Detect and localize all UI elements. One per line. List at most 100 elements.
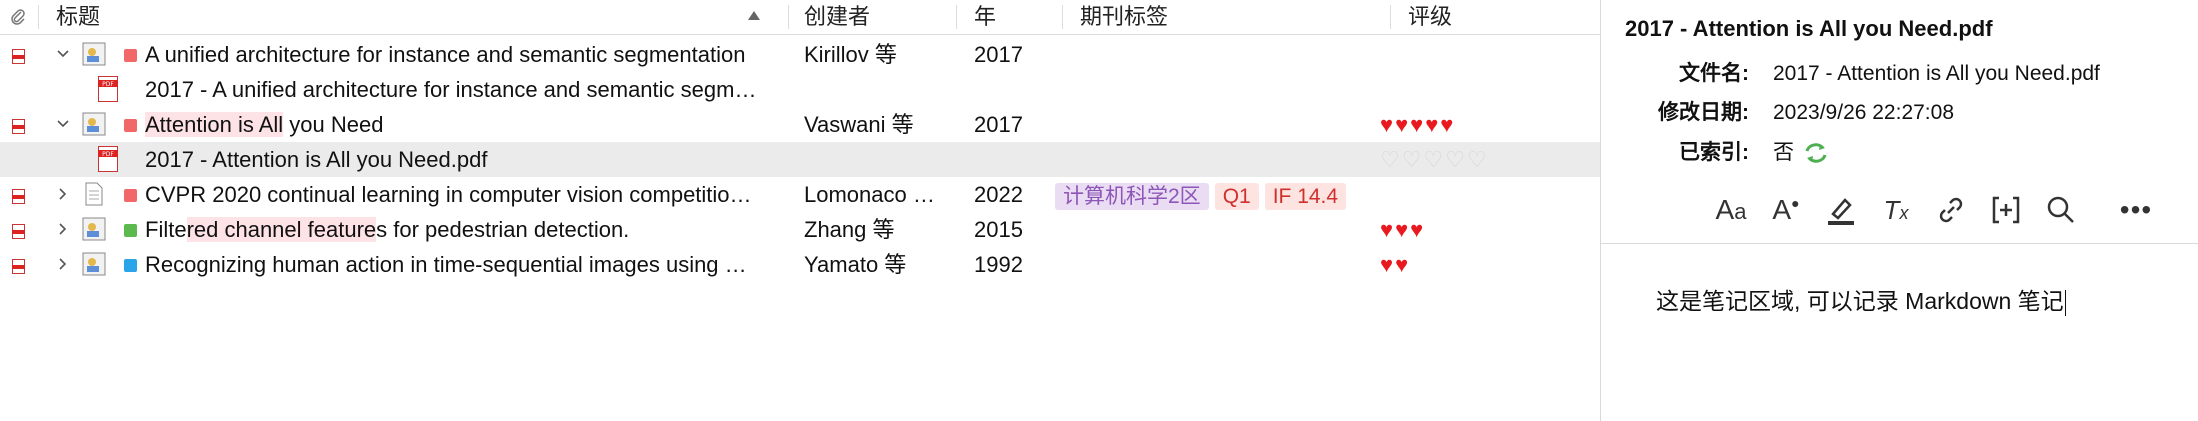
item-creator: Lomonaco … [804, 182, 935, 207]
table-row[interactable]: Attention is All you Need Vaswani 等 2017… [0, 107, 1600, 142]
svg-text:PDF: PDF [102, 151, 114, 158]
column-header: 标题 创建者 年 期刊标签 评级 [0, 0, 1600, 35]
heart-icon[interactable]: ♥ [1410, 217, 1425, 242]
item-title: CVPR 2020 continual learning in computer… [145, 182, 752, 207]
modified-row: 修改日期: 2023/9/26 22:27:08 [1601, 95, 2161, 131]
journal-article-icon [82, 217, 106, 241]
heart-outline-icon[interactable]: ♡ [1445, 147, 1467, 172]
heart-icon[interactable]: ♥ [1395, 252, 1410, 277]
color-tag [124, 119, 137, 132]
table-row[interactable]: Filtered channel features for pedestrian… [0, 212, 1600, 247]
color-tag [124, 49, 137, 62]
item-title: Attention is All you Need [145, 107, 785, 142]
indexed-value: 否 [1773, 141, 1794, 164]
heart-icon[interactable]: ♥ [1380, 217, 1395, 242]
cas-zone-tag: 计算机科学2区 [1055, 182, 1209, 210]
heart-icon[interactable]: ♥ [1440, 112, 1455, 137]
title-part: Filte [145, 217, 187, 242]
table-row[interactable]: Recognizing human action in time-sequent… [0, 247, 1600, 282]
attachment-pane: 2017 - Attention is All you Need.pdf 文件名… [1601, 0, 2198, 421]
heart-icon[interactable]: ♥ [1395, 217, 1410, 242]
rating-stars[interactable]: ♥♥♥♥♥ [1380, 107, 1455, 142]
jcr-quartile-tag: Q1 [1214, 182, 1259, 210]
item-year: 2022 [974, 182, 1023, 207]
heart-icon[interactable]: ♥ [1410, 112, 1425, 137]
column-journal-tags[interactable]: 期刊标签 [1080, 0, 1168, 34]
item-creator: Yamato 等 [804, 252, 907, 277]
items-tree: 标题 创建者 年 期刊标签 评级 A unified architecture … [0, 0, 1601, 421]
reindex-icon[interactable] [1803, 141, 1829, 165]
insert-citation-icon[interactable] [1986, 190, 2026, 230]
item-title: Recognizing human action in time-sequent… [145, 252, 747, 277]
more-icon[interactable]: ••• [2116, 190, 2156, 230]
attachment-title: 2017 - Attention is All you Need.pdf [1625, 16, 1993, 41]
pdf-attachment-icon: PDF [98, 146, 118, 172]
heart-outline-icon[interactable]: ♡ [1380, 147, 1402, 172]
table-row[interactable]: PDF 2017 - A unified architecture for in… [0, 72, 1600, 107]
note-text[interactable]: 这是笔记区域, 可以记录 Markdown 笔记 [1656, 288, 2064, 314]
table-row[interactable]: CVPR 2020 continual learning in computer… [0, 177, 1600, 212]
highlight-span: red channel feature [186, 217, 377, 242]
item-creator: Kirillov 等 [804, 42, 897, 67]
pane-divider [1601, 243, 2198, 244]
heart-icon[interactable]: ♥ [1380, 252, 1395, 277]
indexed-label: 已索引: [1679, 141, 1749, 164]
chevron-right-icon[interactable] [56, 187, 70, 201]
rating-stars[interactable]: ♡♡♡♡♡ [1380, 142, 1489, 177]
font-color-icon[interactable]: A ● [1766, 190, 1806, 230]
item-creator: Vaswani 等 [804, 112, 914, 137]
filename-label: 文件名: [1679, 62, 1749, 85]
font-size-icon[interactable]: Aa [1711, 190, 1751, 230]
column-title[interactable]: 标题 [56, 0, 100, 34]
title-rest: s for pedestrian detection. [376, 217, 630, 242]
pdf-icon [12, 224, 25, 239]
column-year[interactable]: 年 [974, 0, 996, 34]
filename-row: 文件名: 2017 - Attention is All you Need.pd… [1601, 56, 2161, 92]
column-creator[interactable]: 创建者 [804, 0, 870, 34]
attachment-title: 2017 - A unified architecture for instan… [145, 77, 757, 102]
indexed-row: 已索引: 否 [1601, 135, 2161, 171]
modified-label: 修改日期: [1658, 101, 1749, 124]
heart-icon[interactable]: ♥ [1395, 112, 1410, 137]
pdf-icon [12, 49, 25, 64]
paperclip-icon[interactable] [10, 8, 26, 26]
search-icon[interactable] [2041, 190, 2081, 230]
chevron-right-icon[interactable] [56, 257, 70, 271]
heart-outline-icon[interactable]: ♡ [1423, 147, 1445, 172]
sort-ascending-icon [748, 11, 760, 20]
color-tag [124, 224, 137, 237]
chevron-down-icon[interactable] [56, 117, 70, 131]
item-title: Filtered channel features for pedestrian… [145, 212, 785, 247]
attachment-title: 2017 - Attention is All you Need.pdf [145, 147, 488, 172]
pdf-icon [12, 259, 25, 274]
filename-value[interactable]: 2017 - Attention is All you Need.pdf [1773, 56, 2100, 92]
heart-outline-icon[interactable]: ♡ [1402, 147, 1424, 172]
heart-outline-icon[interactable]: ♡ [1467, 147, 1489, 172]
item-year: 2017 [974, 42, 1023, 67]
chevron-right-icon[interactable] [56, 222, 70, 236]
document-icon [85, 182, 103, 206]
pdf-icon [12, 119, 25, 134]
item-year: 1992 [974, 252, 1023, 277]
rating-stars[interactable]: ♥♥ [1380, 247, 1410, 282]
heart-icon[interactable]: ♥ [1380, 112, 1395, 137]
table-row[interactable]: A unified architecture for instance and … [0, 37, 1600, 72]
pdf-icon [12, 189, 25, 204]
rating-stars[interactable]: ♥♥♥ [1380, 212, 1425, 247]
clear-format-icon[interactable]: Tx [1876, 190, 1916, 230]
note-toolbar: Aa A ● Tx ••• [1601, 190, 2161, 230]
table-row-selected[interactable]: PDF 2017 - Attention is All you Need.pdf… [0, 142, 1600, 177]
pdf-attachment-icon: PDF [98, 76, 118, 102]
impact-factor-tag: IF 14.4 [1264, 182, 1347, 210]
column-rating[interactable]: 评级 [1408, 0, 1452, 34]
color-tag [124, 189, 137, 202]
highlight-icon[interactable] [1821, 190, 1861, 230]
journal-article-icon [82, 42, 106, 66]
color-tag [124, 259, 137, 272]
item-creator: Zhang 等 [804, 217, 895, 242]
heart-icon[interactable]: ♥ [1425, 112, 1440, 137]
link-icon[interactable] [1931, 190, 1971, 230]
note-editor[interactable]: 这是笔记区域, 可以记录 Markdown 笔记 [1656, 282, 2066, 316]
chevron-down-icon[interactable] [56, 47, 70, 61]
svg-text:PDF: PDF [102, 81, 114, 88]
